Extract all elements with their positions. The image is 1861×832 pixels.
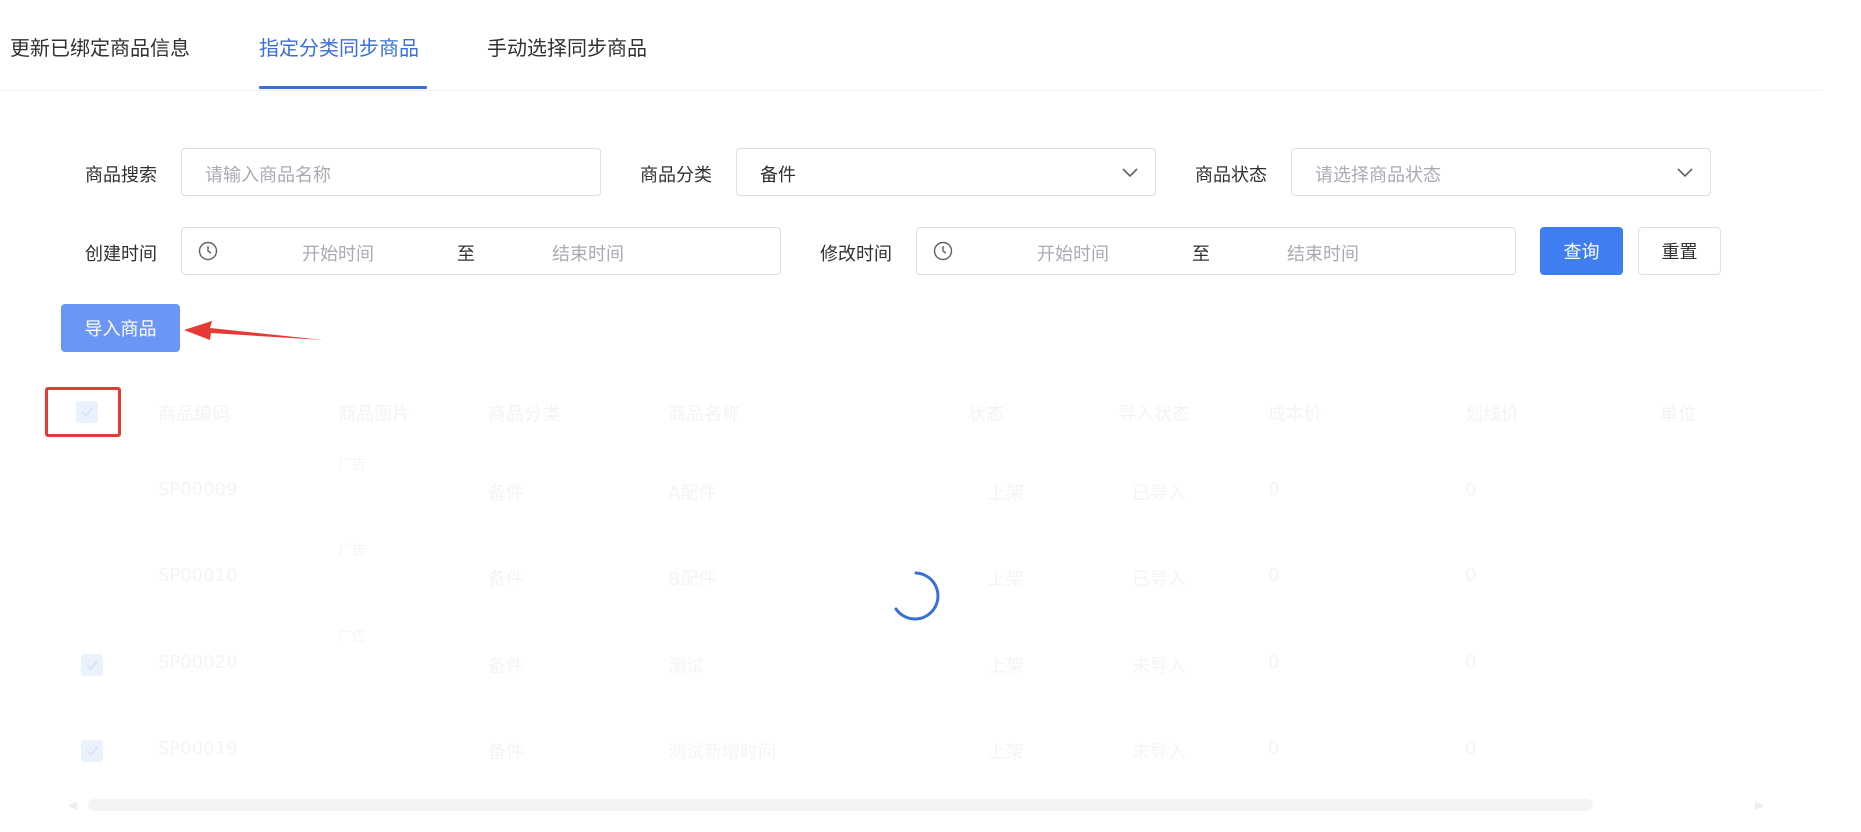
cell-status: 上架: [988, 656, 1024, 677]
modified-time-range[interactable]: 开始时间 至 结束时间: [916, 227, 1516, 275]
cell-list-price: 0: [1465, 565, 1477, 586]
cell-code: SP00010: [158, 565, 238, 586]
search-input[interactable]: 请输入商品名称: [181, 148, 601, 196]
cell-category: 备件: [488, 483, 524, 504]
search-placeholder: 请输入商品名称: [205, 165, 331, 186]
cell-status: 上架: [988, 483, 1024, 504]
sync-products-page: 更新已绑定商品信息 指定分类同步商品 手动选择同步商品 商品搜索 请输入商品名称…: [0, 0, 1861, 832]
status-select[interactable]: 请选择商品状态: [1291, 148, 1711, 196]
row-checkbox[interactable]: [81, 654, 103, 676]
modified-time-label: 修改时间: [820, 244, 892, 265]
cell-code: SP00020: [158, 652, 238, 673]
modified-end-placeholder[interactable]: 结束时间: [1287, 240, 1359, 266]
category-label: 商品分类: [640, 165, 712, 186]
chevron-down-icon: [1677, 168, 1693, 178]
status-placeholder: 请选择商品状态: [1315, 165, 1441, 186]
cell-list-price: 0: [1465, 652, 1477, 673]
search-label: 商品搜索: [85, 165, 157, 186]
cell-import-status: 未导入: [1132, 656, 1186, 677]
created-range-separator: 至: [457, 244, 475, 265]
created-time-range[interactable]: 开始时间 至 结束时间: [181, 227, 781, 275]
header-status: 状态: [968, 404, 1004, 425]
created-start-placeholder[interactable]: 开始时间: [302, 240, 374, 266]
product-image: 广告: [338, 543, 366, 559]
cell-list-price: 0: [1465, 479, 1477, 500]
cell-import-status: 已导入: [1132, 569, 1186, 590]
product-image: [338, 716, 388, 766]
loading-spinner-icon: [894, 571, 940, 621]
cell-name: 测试新增时间: [668, 742, 776, 763]
cell-cost: 0: [1268, 479, 1280, 500]
cell-import-status: 未导入: [1132, 742, 1186, 763]
cell-cost: 0: [1268, 565, 1280, 586]
active-tab-indicator: [259, 86, 427, 89]
row-checkbox[interactable]: [81, 740, 103, 762]
cell-category: 备件: [488, 656, 524, 677]
modified-range-separator: 至: [1192, 244, 1210, 265]
cell-name: 测试: [668, 656, 704, 677]
header-code: 商品编码: [158, 404, 230, 425]
created-time-label: 创建时间: [85, 244, 157, 265]
category-value: 备件: [760, 165, 796, 186]
header-import-status: 导入状态: [1118, 404, 1190, 425]
cell-name: A配件: [668, 483, 717, 504]
cell-status: 上架: [988, 742, 1024, 763]
tab-category-sync[interactable]: 指定分类同步商品: [259, 32, 419, 61]
tab-manual-sync[interactable]: 手动选择同步商品: [487, 32, 647, 61]
cell-category: 备件: [488, 569, 524, 590]
cell-code: SP00019: [158, 738, 238, 759]
annotation-arrow-icon: [184, 321, 323, 340]
header-name: 商品名称: [668, 404, 740, 425]
cell-name: B配件: [668, 569, 717, 590]
scroll-left-icon[interactable]: ◀: [68, 798, 77, 812]
cell-import-status: 已导入: [1132, 483, 1186, 504]
header-cost: 成本价: [1268, 404, 1322, 425]
annotation-highlight-box: [45, 387, 121, 437]
clock-icon: [198, 241, 218, 261]
cell-cost: 0: [1268, 652, 1280, 673]
category-select[interactable]: 备件: [736, 148, 1156, 196]
cell-cost: 0: [1268, 738, 1280, 759]
cell-code: SP00009: [158, 479, 238, 500]
cell-category: 备件: [488, 742, 524, 763]
created-end-placeholder[interactable]: 结束时间: [552, 240, 624, 266]
cell-list-price: 0: [1465, 738, 1477, 759]
horizontal-scrollbar[interactable]: [88, 799, 1593, 811]
status-label: 商品状态: [1195, 165, 1267, 186]
header-image: 商品图片: [338, 404, 410, 425]
scroll-right-icon[interactable]: ▶: [1755, 798, 1764, 812]
import-products-button[interactable]: 导入商品: [61, 304, 180, 352]
product-image: 广告: [338, 457, 366, 473]
query-button[interactable]: 查询: [1540, 227, 1623, 275]
tab-bar: 更新已绑定商品信息 指定分类同步商品 手动选择同步商品: [0, 0, 1822, 91]
header-unit: 单位: [1660, 404, 1696, 425]
header-category: 商品分类: [488, 404, 560, 425]
chevron-down-icon: [1122, 168, 1138, 178]
header-list-price: 划线价: [1465, 404, 1519, 425]
reset-button[interactable]: 重置: [1638, 227, 1721, 275]
tab-update-bound[interactable]: 更新已绑定商品信息: [10, 32, 190, 61]
cell-status: 上架: [988, 569, 1024, 590]
product-image: 广告: [338, 629, 366, 645]
clock-icon: [933, 241, 953, 261]
modified-start-placeholder[interactable]: 开始时间: [1037, 240, 1109, 266]
